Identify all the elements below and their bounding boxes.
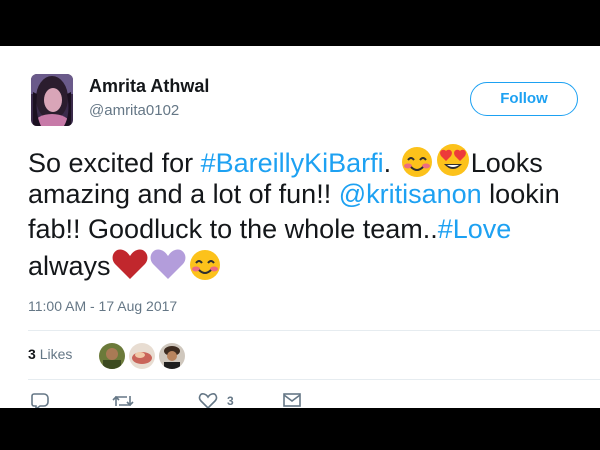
user-avatar[interactable] <box>31 74 73 126</box>
tweet-text-segment: Looks <box>470 148 543 178</box>
liker-avatar[interactable] <box>158 342 186 370</box>
red-heart-icon <box>111 247 149 290</box>
user-handle[interactable]: @amrita0102 <box>89 102 179 119</box>
user-name[interactable]: Amrita Athwal <box>89 76 209 97</box>
smiling-face-blush-icon <box>187 249 223 290</box>
reply-icon[interactable] <box>30 392 50 408</box>
tweet-text-segment: So excited for <box>28 148 201 178</box>
likes-count[interactable]: 3 Likes <box>28 346 72 362</box>
heart-outline-icon[interactable] <box>198 392 218 408</box>
profile-photo-icon <box>31 74 73 126</box>
tweet-text-segment: always <box>28 251 111 281</box>
likes-number: 3 <box>28 346 36 362</box>
envelope-icon[interactable] <box>282 392 302 408</box>
tweet-text-segment: lookin <box>481 179 560 209</box>
like-count: 3 <box>227 394 234 408</box>
purple-heart-icon <box>149 247 187 290</box>
liker-avatar[interactable] <box>98 342 126 370</box>
tweet-line-4: always <box>28 247 600 282</box>
tweet-timestamp[interactable]: 11:00 AM - 17 Aug 2017 <box>28 298 177 314</box>
mention-link[interactable]: @kritisanon <box>339 179 482 209</box>
tweet-actions: 3 <box>28 392 328 408</box>
likes-label: Likes <box>39 346 73 362</box>
tweet-text: So excited for #BareillyKiBarfi. Looks a… <box>28 142 600 282</box>
tweet-text-segment: amazing and a lot of fun!! <box>28 179 339 209</box>
tweet-card: Amrita Athwal @amrita0102 Follow So exci… <box>0 46 600 408</box>
divider <box>28 379 600 380</box>
hashtag-link[interactable]: #BareillyKiBarfi <box>201 148 384 178</box>
liker-avatar[interactable] <box>128 342 156 370</box>
tweet-text-segment: fab!! Goodluck to the whole team.. <box>28 214 438 244</box>
follow-button[interactable]: Follow <box>470 82 578 116</box>
hashtag-link[interactable]: #Love <box>438 214 512 244</box>
tweet-line-1: So excited for #BareillyKiBarfi. Looks <box>28 142 600 178</box>
tweet-line-2: amazing and a lot of fun!! @kritisanon l… <box>28 177 600 212</box>
divider <box>28 330 600 331</box>
retweet-icon[interactable] <box>112 392 134 408</box>
tweet-text-segment: . <box>383 148 399 178</box>
tweet-line-3: fab!! Goodluck to the whole team..#Love <box>28 212 600 247</box>
